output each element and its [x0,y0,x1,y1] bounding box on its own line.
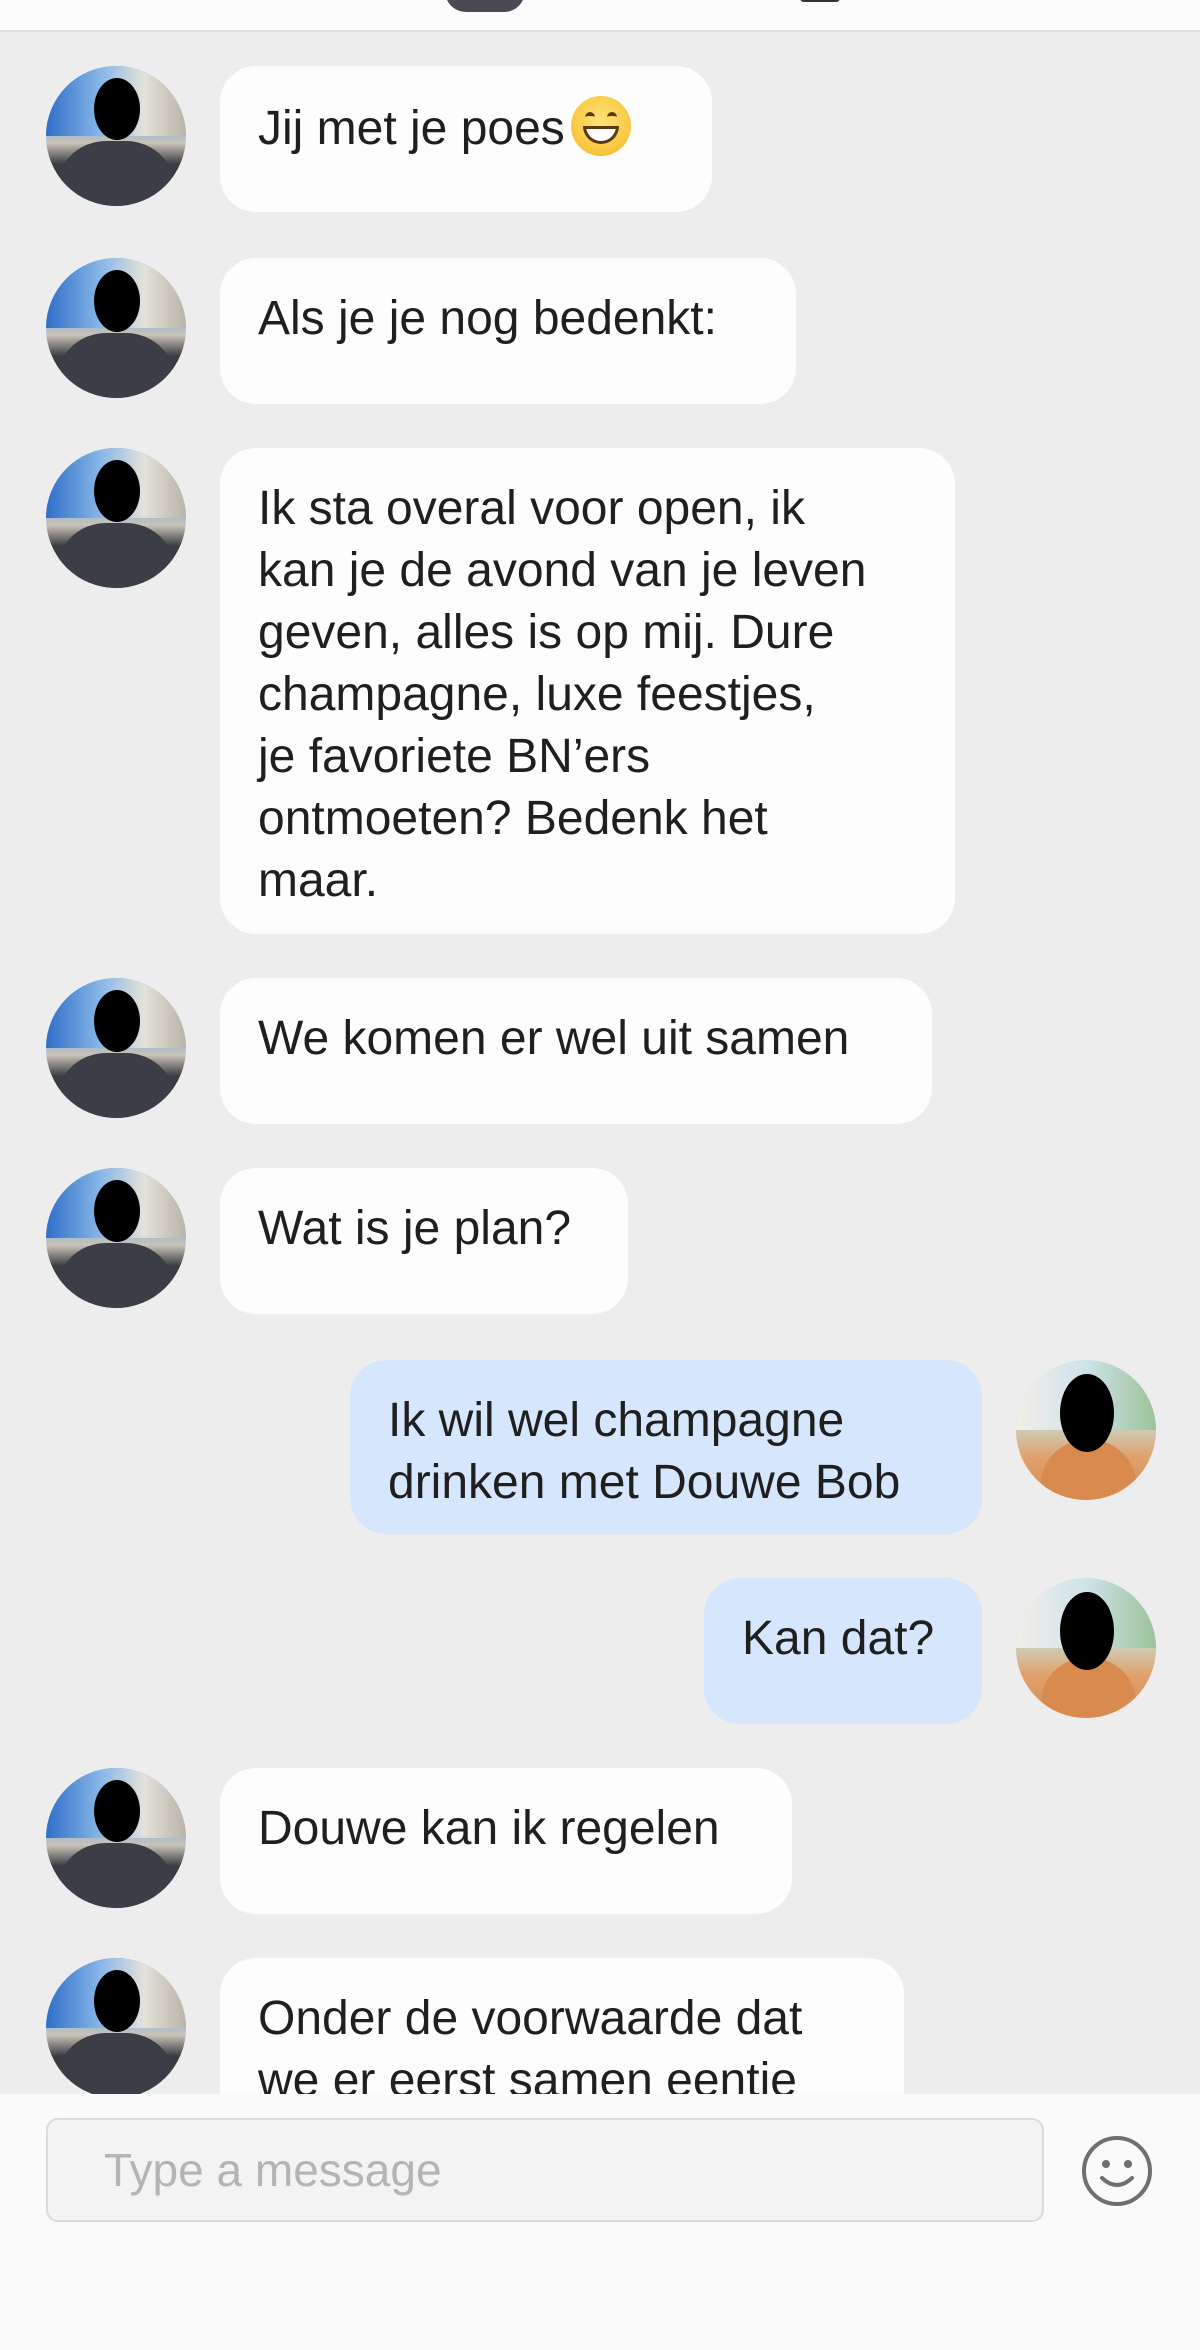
message-composer [0,2094,1200,2350]
header-avatar-partial[interactable] [445,0,525,12]
message-bubble-outgoing[interactable]: Kan dat? [704,1578,982,1724]
message-list[interactable]: Jij met je poes Als je je nog bedenkt: I… [0,32,1200,2094]
user-avatar[interactable] [1016,1360,1156,1500]
message-text: Onder de voorwaarde dat we er eerst same… [258,1992,803,2094]
message-bubble-incoming[interactable]: Jij met je poes [220,66,712,212]
smiley-face-icon[interactable] [1080,2134,1154,2208]
contact-avatar[interactable] [46,448,186,588]
contact-avatar[interactable] [46,258,186,398]
message-bubble-incoming[interactable]: Als je je nog bedenkt: [220,258,796,404]
message-text: We komen er wel uit samen [258,1012,850,1065]
message-text: Wat is je plan? [258,1202,572,1255]
contact-avatar[interactable] [46,66,186,206]
header-icon-partial[interactable] [800,0,840,2]
contact-avatar[interactable] [46,1168,186,1308]
message-text: Douwe kan ik regelen [258,1802,720,1855]
message-bubble-incoming[interactable]: We komen er wel uit samen [220,978,932,1124]
message-text: Jij met je poes [258,102,565,155]
message-text: Als je je nog bedenkt: [258,292,717,345]
message-bubble-incoming[interactable]: Ik sta overal voor open, ik kan je de av… [220,448,955,934]
grinning-face-emoji-icon [570,96,631,156]
message-bubble-incoming[interactable]: Wat is je plan? [220,1168,628,1314]
user-avatar[interactable] [1016,1578,1156,1718]
message-text: Ik wil wel champagne drinken met Douwe B… [388,1394,901,1509]
chat-header [0,0,1200,32]
message-bubble-incoming[interactable]: Douwe kan ik regelen [220,1768,792,1914]
contact-avatar[interactable] [46,1958,186,2094]
message-text: Kan dat? [742,1612,935,1665]
message-text: Ik sta overal voor open, ik kan je de av… [258,482,867,907]
contact-avatar[interactable] [46,978,186,1118]
contact-avatar[interactable] [46,1768,186,1908]
message-input[interactable] [46,2118,1044,2222]
message-bubble-incoming[interactable]: Onder de voorwaarde dat we er eerst same… [220,1958,904,2094]
message-bubble-outgoing[interactable]: Ik wil wel champagne drinken met Douwe B… [350,1360,982,1534]
